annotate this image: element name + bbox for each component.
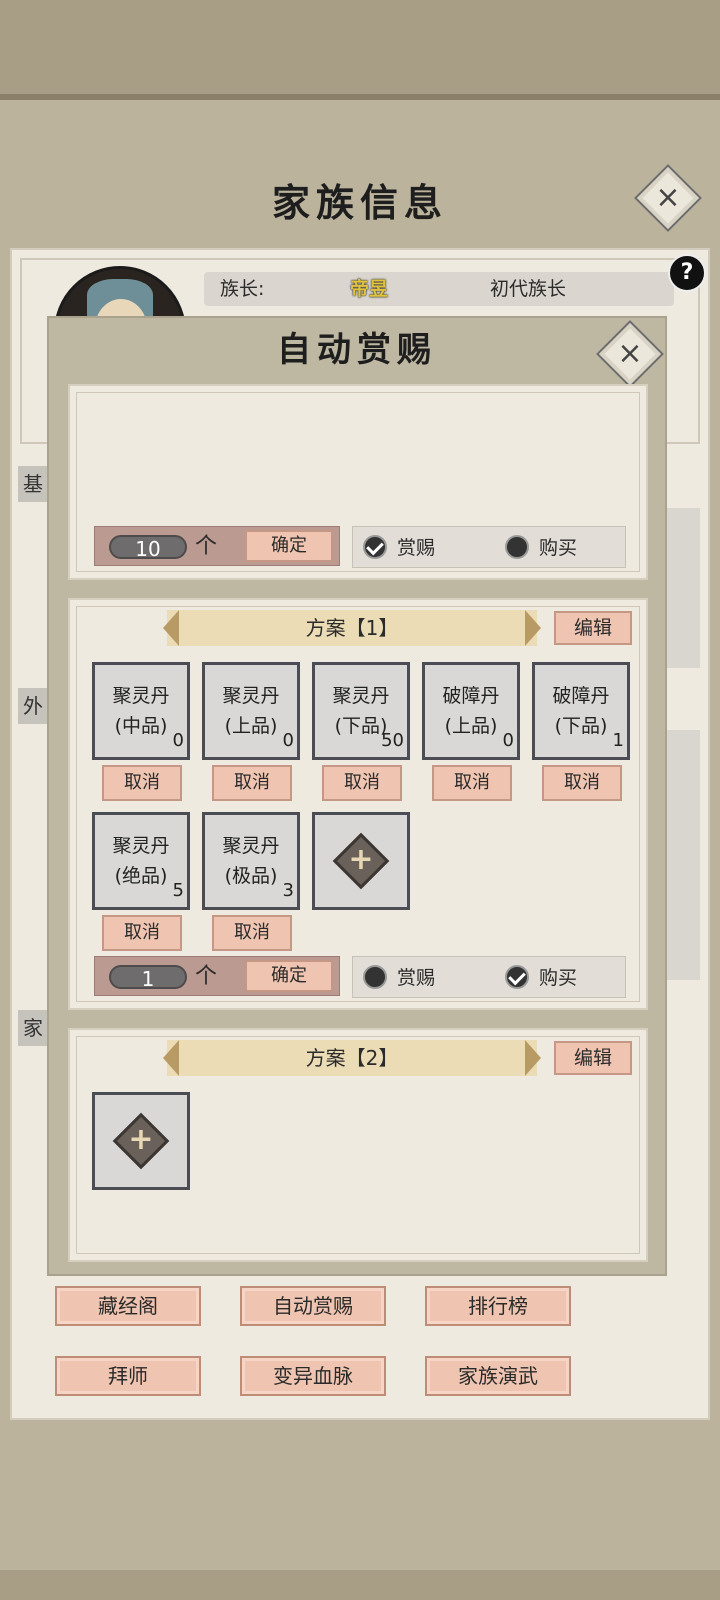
plan-1-quantity-bar: 1 个 确定 [94,956,340,996]
reward-option-label: 赏赐 [397,967,436,989]
plus-icon: + [348,842,374,877]
cancel-button[interactable]: 取消 [102,765,182,801]
item-slot[interactable]: 聚灵丹 (绝品) 5 [92,812,190,910]
item-count: 1 [612,730,624,751]
item-slot[interactable]: 聚灵丹 (下品) 50 [312,662,410,760]
item-slot[interactable]: 破障丹 (上品) 0 [422,662,520,760]
section-label-external: 外 [18,688,48,724]
quantity-unit: 个 [195,964,218,989]
cancel-button[interactable]: 取消 [542,765,622,801]
plan-1-edit-button[interactable]: 编辑 [554,611,632,645]
buy-option-label: 购买 [539,967,578,989]
add-item-button[interactable]: + [92,1092,190,1190]
reward-radio[interactable] [363,535,387,559]
leader-label: 族长: [220,278,265,300]
quantity-bar: 10 个 确定 [94,526,340,566]
next-plan-icon[interactable] [525,1040,541,1076]
apprentice-button[interactable]: 拜师 [55,1356,201,1396]
item-count: 0 [502,730,514,751]
help-button[interactable]: ? [668,254,706,292]
confirm-button[interactable]: 确定 [245,960,333,992]
cancel-button[interactable]: 取消 [212,765,292,801]
item-count: 0 [172,730,184,751]
leader-role: 初代族长 [490,278,567,300]
dialog-title: 自动赏赐 [277,330,437,370]
reward-option-label: 赏赐 [397,537,436,559]
leader-name[interactable]: 帝昱 [350,272,388,306]
plan-1-header[interactable]: 方案【1】 [163,610,541,646]
item-slot[interactable]: 聚灵丹 (极品) 3 [202,812,300,910]
section-label-family: 家 [18,1010,48,1046]
cancel-button[interactable]: 取消 [432,765,512,801]
close-icon: × [617,336,643,371]
item-count: 3 [282,880,294,901]
buy-radio[interactable] [505,965,529,989]
item-slot[interactable]: 聚灵丹 (中品) 0 [92,662,190,760]
buy-option-label: 购买 [539,537,578,559]
plus-icon: + [128,1122,154,1157]
prev-plan-icon[interactable] [163,1040,179,1076]
reward-radio[interactable] [363,965,387,989]
prev-plan-icon[interactable] [163,610,179,646]
plan-1-name: 方案【1】 [305,616,399,640]
next-plan-icon[interactable] [525,610,541,646]
library-button[interactable]: 藏经阁 [55,1286,201,1326]
cancel-button[interactable]: 取消 [102,915,182,951]
item-slot[interactable]: 破障丹 (下品) 1 [532,662,630,760]
add-item-button[interactable]: + [312,812,410,910]
auto-reward-button[interactable]: 自动赏赐 [240,1286,386,1326]
ranking-button[interactable]: 排行榜 [425,1286,571,1326]
family-martial-button[interactable]: 家族演武 [425,1356,571,1396]
plan-2-header[interactable]: 方案【2】 [163,1040,541,1076]
page-title: 家族信息 [271,180,448,225]
top-decor-band [0,0,720,100]
plan-2-name: 方案【2】 [305,1046,399,1070]
quantity-input[interactable]: 10 [109,535,187,561]
item-count: 0 [282,730,294,751]
help-icon: ? [680,260,694,285]
item-count: 5 [172,880,184,901]
leader-row: 族长: 帝昱 初代族长 [204,272,674,306]
item-slot[interactable]: 聚灵丹 (上品) 0 [202,662,300,760]
item-count: 50 [381,730,404,751]
plan-2-edit-button[interactable]: 编辑 [554,1041,632,1075]
section-label-basic: 基 [18,466,48,502]
buy-radio[interactable] [505,535,529,559]
cancel-button[interactable]: 取消 [212,915,292,951]
quantity-unit: 个 [195,534,218,559]
cancel-button[interactable]: 取消 [322,765,402,801]
confirm-button[interactable]: 确定 [245,530,333,562]
quantity-input[interactable]: 1 [109,965,187,991]
bottom-decor-band [0,1570,720,1600]
mode-options: 赏赐 购买 [352,526,626,568]
mutant-bloodline-button[interactable]: 变异血脉 [240,1356,386,1396]
plan-1-mode-options: 赏赐 购买 [352,956,626,998]
close-icon: × [655,180,681,215]
